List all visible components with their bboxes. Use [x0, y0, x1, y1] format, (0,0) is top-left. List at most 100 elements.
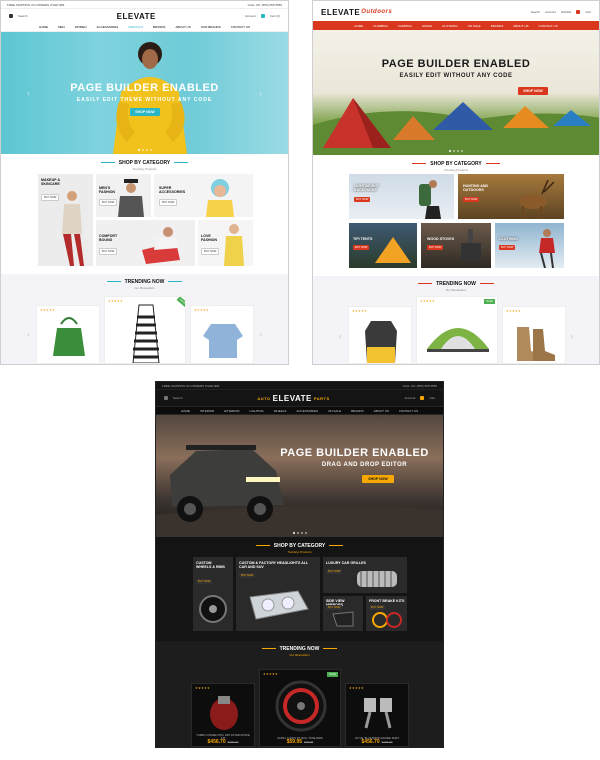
auto-logo[interactable]: AUTO ELEVATE PARTS	[257, 394, 329, 403]
buy-now-button[interactable]: BUY NOW	[326, 569, 343, 574]
nav-item-brands[interactable]: BRANDS	[491, 24, 504, 28]
buy-now-button[interactable]: BUY NOW	[41, 194, 60, 201]
account-link[interactable]: Account	[245, 14, 256, 18]
product-card[interactable]: ★★★★★ SALE SASSY, LOOKS FIT BULL TONE RI…	[259, 669, 341, 747]
cart-icon[interactable]	[576, 10, 581, 14]
nav-item-home[interactable]: HOME	[181, 409, 190, 413]
nav-item-climbing[interactable]: CLIMBING	[373, 24, 388, 28]
category-tile-hunting[interactable]: HUNTING AND OUTDOORS BUY NOW	[458, 174, 564, 219]
buy-now-button[interactable]: BUY NOW	[499, 245, 516, 250]
product-card[interactable]: ★★★★★ JOYCE, BLUE BISON ENGINE SHIFT $45…	[345, 683, 409, 747]
nav-item-interior[interactable]: INTERIOR	[200, 409, 214, 413]
product-card[interactable]: ★★★★★ SALE	[104, 296, 186, 364]
fashion-header: Search ELEVATE Account Cart (0)	[1, 9, 288, 23]
buy-now-button[interactable]: BUY NOW	[201, 248, 220, 255]
hero-shop-now-button[interactable]: SHOP NOW	[518, 87, 548, 95]
buy-now-button[interactable]: BUY NOW	[196, 579, 213, 584]
trending-prev-icon[interactable]: ‹	[27, 329, 30, 339]
category-tile-mens[interactable]: MEN'S FASHION BUY NOW	[96, 174, 151, 217]
buy-now-button[interactable]: BUY NOW	[427, 245, 444, 250]
nav-item-on-sale[interactable]: ON SALE	[328, 409, 341, 413]
account-link[interactable]: Account	[404, 396, 415, 400]
category-tile-backpacks[interactable]: LIGHTWEIGHT BACKPACKS BUY NOW	[349, 174, 454, 219]
nav-item-home[interactable]: HOME	[354, 24, 363, 28]
nav-item-on-sale[interactable]: ON SALE	[468, 24, 481, 28]
nav-item-brands[interactable]: BRANDS	[351, 409, 364, 413]
buy-now-button[interactable]: BUY NOW	[369, 605, 386, 610]
buy-now-button[interactable]: BUY NOW	[99, 248, 118, 255]
fashion-logo[interactable]: ELEVATE	[117, 12, 156, 21]
buy-now-button[interactable]: BUY NOW	[239, 573, 256, 578]
hero-pagination[interactable]	[156, 532, 443, 534]
category-tile-stoves[interactable]: WOOD STOVES BUY NOW	[421, 223, 491, 268]
nav-item-accessories[interactable]: ACCESSORIES	[296, 409, 318, 413]
mens-model-image	[118, 179, 144, 217]
cart-link[interactable]: Cart (0)	[270, 14, 280, 18]
search-link[interactable]: Search	[173, 396, 183, 400]
search-link[interactable]: Search	[18, 14, 28, 18]
cart-icon[interactable]	[420, 396, 425, 400]
product-card[interactable]: ★★★★★	[190, 305, 254, 364]
nav-item-clothing[interactable]: CLOTHING	[442, 24, 458, 28]
category-tile-accessories[interactable]: SUPER ACCESSORIES BUY NOW	[154, 174, 253, 217]
nav-item-exterior[interactable]: EXTERIOR	[224, 409, 239, 413]
nav-item-contact-us[interactable]: CONTACT US	[399, 409, 418, 413]
nav-item-specials[interactable]: SPECIALS	[128, 25, 143, 29]
category-tile-mirrors[interactable]: SIDE VIEW MIRRORS BUY NOW	[323, 596, 363, 631]
product-card[interactable]: ★★★★★ SALE	[416, 296, 498, 364]
category-tile-grilles[interactable]: LUXURY CAR GRILLES BUY NOW	[323, 557, 407, 593]
user-icon[interactable]	[9, 14, 13, 18]
cart-link[interactable]: Cart	[429, 396, 435, 400]
account-link[interactable]: Account	[545, 10, 556, 14]
nav-item-home[interactable]: HOME	[39, 25, 48, 29]
buy-now-button[interactable]: BUY NOW	[159, 199, 178, 206]
buy-now-button[interactable]: BUY NOW	[354, 197, 371, 202]
trending-next-icon[interactable]: ›	[570, 331, 573, 341]
auto-header: Search AUTO ELEVATE PARTS Account Cart	[156, 390, 443, 406]
category-tile-love[interactable]: LOVE FASHION BUY NOW	[198, 220, 253, 266]
nav-item-about-us[interactable]: ABOUT US	[175, 25, 190, 29]
cart-icon[interactable]	[260, 14, 265, 18]
auto-parts-store-screenshot: FREE SHIPPING ON ORDERS OVER $99 CALL US…	[155, 381, 444, 748]
outdoors-logo[interactable]: ELEVATE Outdoors	[321, 8, 392, 17]
hero-pagination[interactable]	[313, 150, 599, 152]
nav-item-accessories[interactable]: ACCESSORIES	[97, 25, 119, 29]
nav-item-hiking[interactable]: HIKING	[422, 24, 432, 28]
nav-item-lighting[interactable]: LIGHTING	[250, 409, 264, 413]
product-card[interactable]: ★★★★★	[348, 306, 412, 364]
category-tile-makeup[interactable]: MAKEUP & SKINCARE BUY NOW	[38, 174, 93, 266]
nav-item-about-us[interactable]: ABOUT US	[513, 24, 528, 28]
hero-shop-now-button[interactable]: SHOP NOW	[362, 475, 394, 483]
category-tile-clothing[interactable]: CLOTHING BUY NOW	[495, 223, 564, 268]
nav-item-men[interactable]: MEN	[58, 25, 65, 29]
search-link[interactable]: Search	[531, 10, 541, 14]
category-tile-tents[interactable]: TIPI TENTS BUY NOW	[349, 223, 417, 268]
buy-now-button[interactable]: BUY NOW	[463, 197, 480, 202]
nav-item-wheels[interactable]: WHEELS	[274, 409, 287, 413]
category-tile-wheels[interactable]: CUSTOM WHEELS & RIMS BUY NOW	[193, 557, 233, 631]
nav-item-contact-us[interactable]: CONTACT US	[538, 24, 557, 28]
nav-item-about-us[interactable]: ABOUT US	[374, 409, 389, 413]
category-tile-brakes[interactable]: FRONT BRAKE KITS BUY NOW	[366, 596, 407, 631]
category-tile-headlights[interactable]: CUSTOM & FACTORY HEADLIGHTS ALL CAR AND …	[236, 557, 320, 631]
trending-prev-icon[interactable]: ‹	[339, 331, 342, 341]
wishlist-link[interactable]: Wishlist	[561, 10, 571, 14]
user-icon[interactable]	[164, 396, 168, 400]
hero-shop-now-button[interactable]: SHOP NOW	[130, 108, 160, 116]
product-card[interactable]: ★★★★★ TURBO CONNECTION, DRY FILTER INTAK…	[191, 683, 255, 747]
product-card[interactable]: ★★★★★	[502, 306, 566, 364]
buy-now-button[interactable]: BUY NOW	[326, 605, 343, 610]
category-tile-comfort[interactable]: COMFORT BOUND BUY NOW	[96, 220, 195, 266]
cart-link[interactable]: Cart	[585, 10, 591, 14]
product-card[interactable]: ★★★★★	[36, 305, 100, 364]
nav-item-contact-us[interactable]: CONTACT US	[231, 25, 250, 29]
buy-now-button[interactable]: BUY NOW	[99, 199, 118, 206]
nav-item-brands[interactable]: BRANDS	[153, 25, 166, 29]
nav-item-camping[interactable]: CAMPING	[398, 24, 412, 28]
rating-stars: ★★★★★	[108, 299, 123, 303]
trending-next-icon[interactable]: ›	[259, 329, 262, 339]
nav-item-women[interactable]: WOMEN	[75, 25, 87, 29]
hero-pagination[interactable]	[1, 149, 288, 151]
nav-item-our-brands[interactable]: OUR BRANDS	[201, 25, 221, 29]
buy-now-button[interactable]: BUY NOW	[353, 245, 370, 250]
